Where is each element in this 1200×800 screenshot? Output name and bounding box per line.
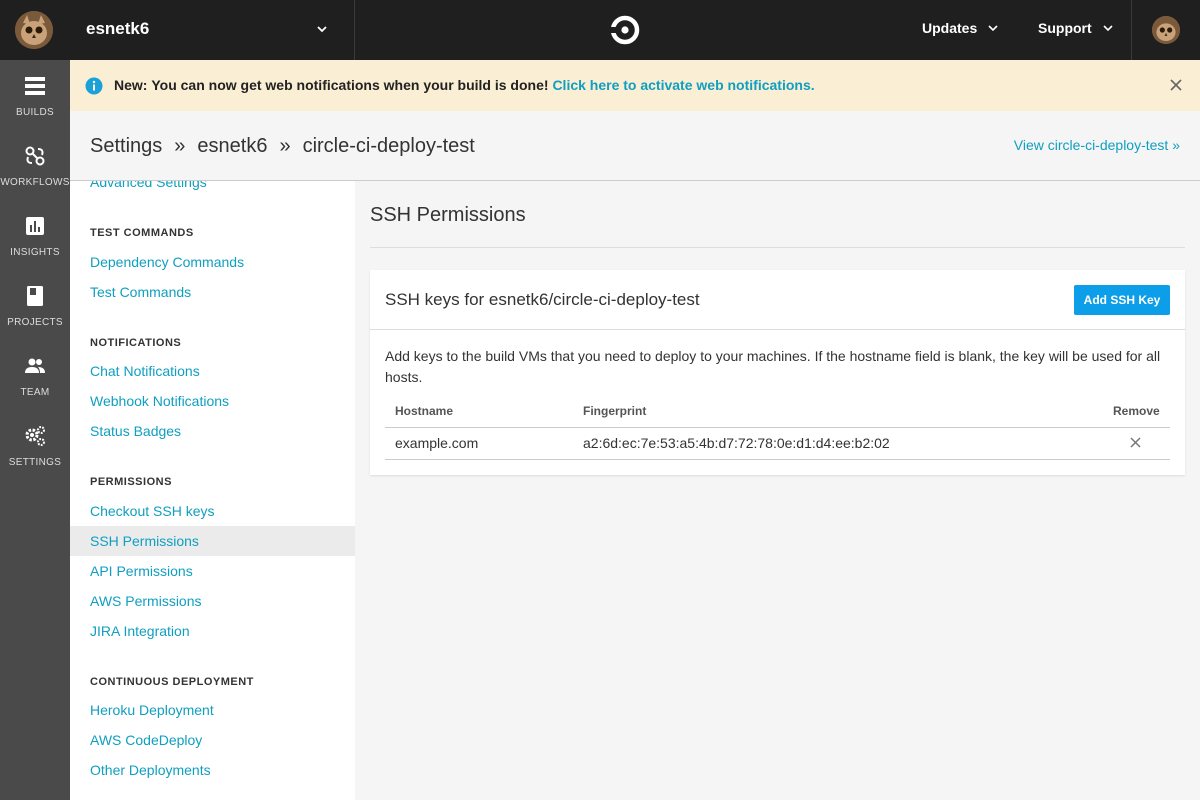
rail-item-workflows[interactable]: WORKFLOWS (0, 145, 70, 205)
support-menu[interactable]: Support (1038, 20, 1114, 36)
page-header: Settings » esnetk6 » circle-ci-deploy-te… (70, 111, 1200, 181)
rail-label-projects: PROJECTS (7, 317, 63, 328)
rail-item-projects[interactable]: PROJECTS (0, 285, 70, 345)
updates-label: Updates (922, 20, 978, 36)
divider (370, 247, 1185, 248)
rail-item-team[interactable]: TEAM (0, 355, 70, 415)
builds-icon (25, 77, 45, 95)
org-name: esnetk6 (86, 19, 150, 38)
rail-label-team: TEAM (20, 387, 50, 398)
rail-label-builds: BUILDS (16, 107, 54, 118)
rail-label-settings: SETTINGS (8, 457, 62, 468)
page-title: SSH Permissions (370, 204, 526, 226)
rail-label-workflows: WORKFLOWS (0, 177, 70, 188)
sidebar-heading-notifications: NOTIFICATIONS (90, 337, 182, 349)
column-header-remove: Remove (1113, 404, 1160, 418)
table-row-divider (385, 459, 1170, 460)
sidebar-item-aws-codedeploy[interactable]: AWS CodeDeploy (70, 725, 355, 755)
notification-banner: New: You can now get web notifications w… (70, 60, 1200, 111)
column-header-fingerprint: Fingerprint (583, 404, 647, 418)
remove-key-icon[interactable] (1130, 437, 1141, 448)
close-icon[interactable] (1170, 79, 1182, 91)
activate-notifications-link[interactable]: Click here to activate web notifications… (552, 77, 814, 93)
sidebar-item-status-badges[interactable]: Status Badges (70, 416, 355, 446)
sidebar-heading-test-commands: TEST COMMANDS (90, 227, 194, 239)
breadcrumb-separator: » (174, 135, 186, 157)
divider (1131, 0, 1132, 60)
banner-text: You can now get web notifications when y… (151, 77, 549, 93)
sidebar-item-ssh-permissions[interactable]: SSH Permissions (70, 526, 355, 556)
sidebar-item-chat-notifications[interactable]: Chat Notifications (70, 356, 355, 386)
sidebar-heading-permissions: PERMISSIONS (90, 476, 172, 488)
rail-item-builds[interactable]: BUILDS (0, 75, 70, 135)
table-header-divider (385, 427, 1170, 428)
projects-icon (27, 286, 43, 306)
card-header: SSH keys for esnetk6/circle-ci-deploy-te… (370, 270, 1185, 330)
column-header-hostname: Hostname (395, 404, 454, 418)
top-bar: esnetk6 Updates Support (0, 0, 1200, 60)
table-cell-fingerprint: a2:6d:ec:7e:53:a5:4b:d7:72:78:0e:d1:d4:e… (583, 435, 890, 451)
sidebar-item-dependency-commands[interactable]: Dependency Commands (70, 247, 355, 277)
ssh-keys-card: SSH keys for esnetk6/circle-ci-deploy-te… (370, 270, 1185, 475)
sidebar-item-jira-integration[interactable]: JIRA Integration (70, 616, 355, 646)
org-avatar (15, 11, 53, 49)
sidebar-item-aws-permissions[interactable]: AWS Permissions (70, 586, 355, 616)
sidebar-item-webhook-notifications[interactable]: Webhook Notifications (70, 386, 355, 416)
banner-message: New: You can now get web notifications w… (114, 77, 815, 93)
chevron-down-icon[interactable] (315, 22, 329, 36)
view-project-link[interactable]: View circle-ci-deploy-test » (1014, 137, 1180, 153)
breadcrumb-org[interactable]: esnetk6 (197, 135, 267, 158)
sidebar-item-test-commands[interactable]: Test Commands (70, 277, 355, 307)
circleci-logo[interactable] (610, 15, 640, 45)
card-title: SSH keys for esnetk6/circle-ci-deploy-te… (385, 290, 700, 309)
team-icon (25, 358, 45, 373)
rail-label-insights: INSIGHTS (10, 247, 60, 258)
user-avatar[interactable] (1152, 16, 1180, 44)
insights-icon (26, 217, 44, 235)
rail-item-settings[interactable]: SETTINGS (0, 425, 70, 485)
banner-prefix: New: (114, 77, 148, 93)
breadcrumb-separator: » (279, 135, 291, 157)
card-description: Add keys to the build VMs that you need … (385, 348, 1161, 385)
info-icon (85, 77, 103, 95)
updates-menu[interactable]: Updates (922, 20, 999, 36)
sidebar-item-advanced-settings[interactable]: Advanced Settings (70, 181, 355, 197)
settings-icon (25, 426, 45, 446)
support-label: Support (1038, 20, 1092, 36)
sidebar-item-checkout-ssh-keys[interactable]: Checkout SSH keys (70, 496, 355, 526)
org-switcher[interactable]: esnetk6 (0, 0, 355, 60)
add-ssh-key-button[interactable]: Add SSH Key (1074, 285, 1170, 315)
breadcrumb-settings[interactable]: Settings (90, 135, 162, 158)
left-rail: BUILDS WORKFLOWS INSIGHTS PROJECTS TEAM … (0, 60, 70, 800)
settings-sidebar: Advanced Settings TEST COMMANDS Dependen… (70, 181, 355, 800)
workflows-icon (25, 146, 45, 166)
breadcrumb-project: circle-ci-deploy-test (302, 135, 475, 157)
sidebar-item-heroku-deployment[interactable]: Heroku Deployment (70, 695, 355, 725)
sidebar-item-api-permissions[interactable]: API Permissions (70, 556, 355, 586)
rail-item-insights[interactable]: INSIGHTS (0, 215, 70, 275)
chevron-down-icon (988, 25, 998, 32)
chevron-down-icon (1103, 25, 1113, 32)
table-cell-hostname: example.com (395, 435, 479, 451)
breadcrumb: Settings » esnetk6 » circle-ci-deploy-te… (90, 135, 475, 158)
sidebar-item-other-deployments[interactable]: Other Deployments (70, 755, 355, 785)
sidebar-heading-continuous-deployment: CONTINUOUS DEPLOYMENT (90, 676, 254, 688)
